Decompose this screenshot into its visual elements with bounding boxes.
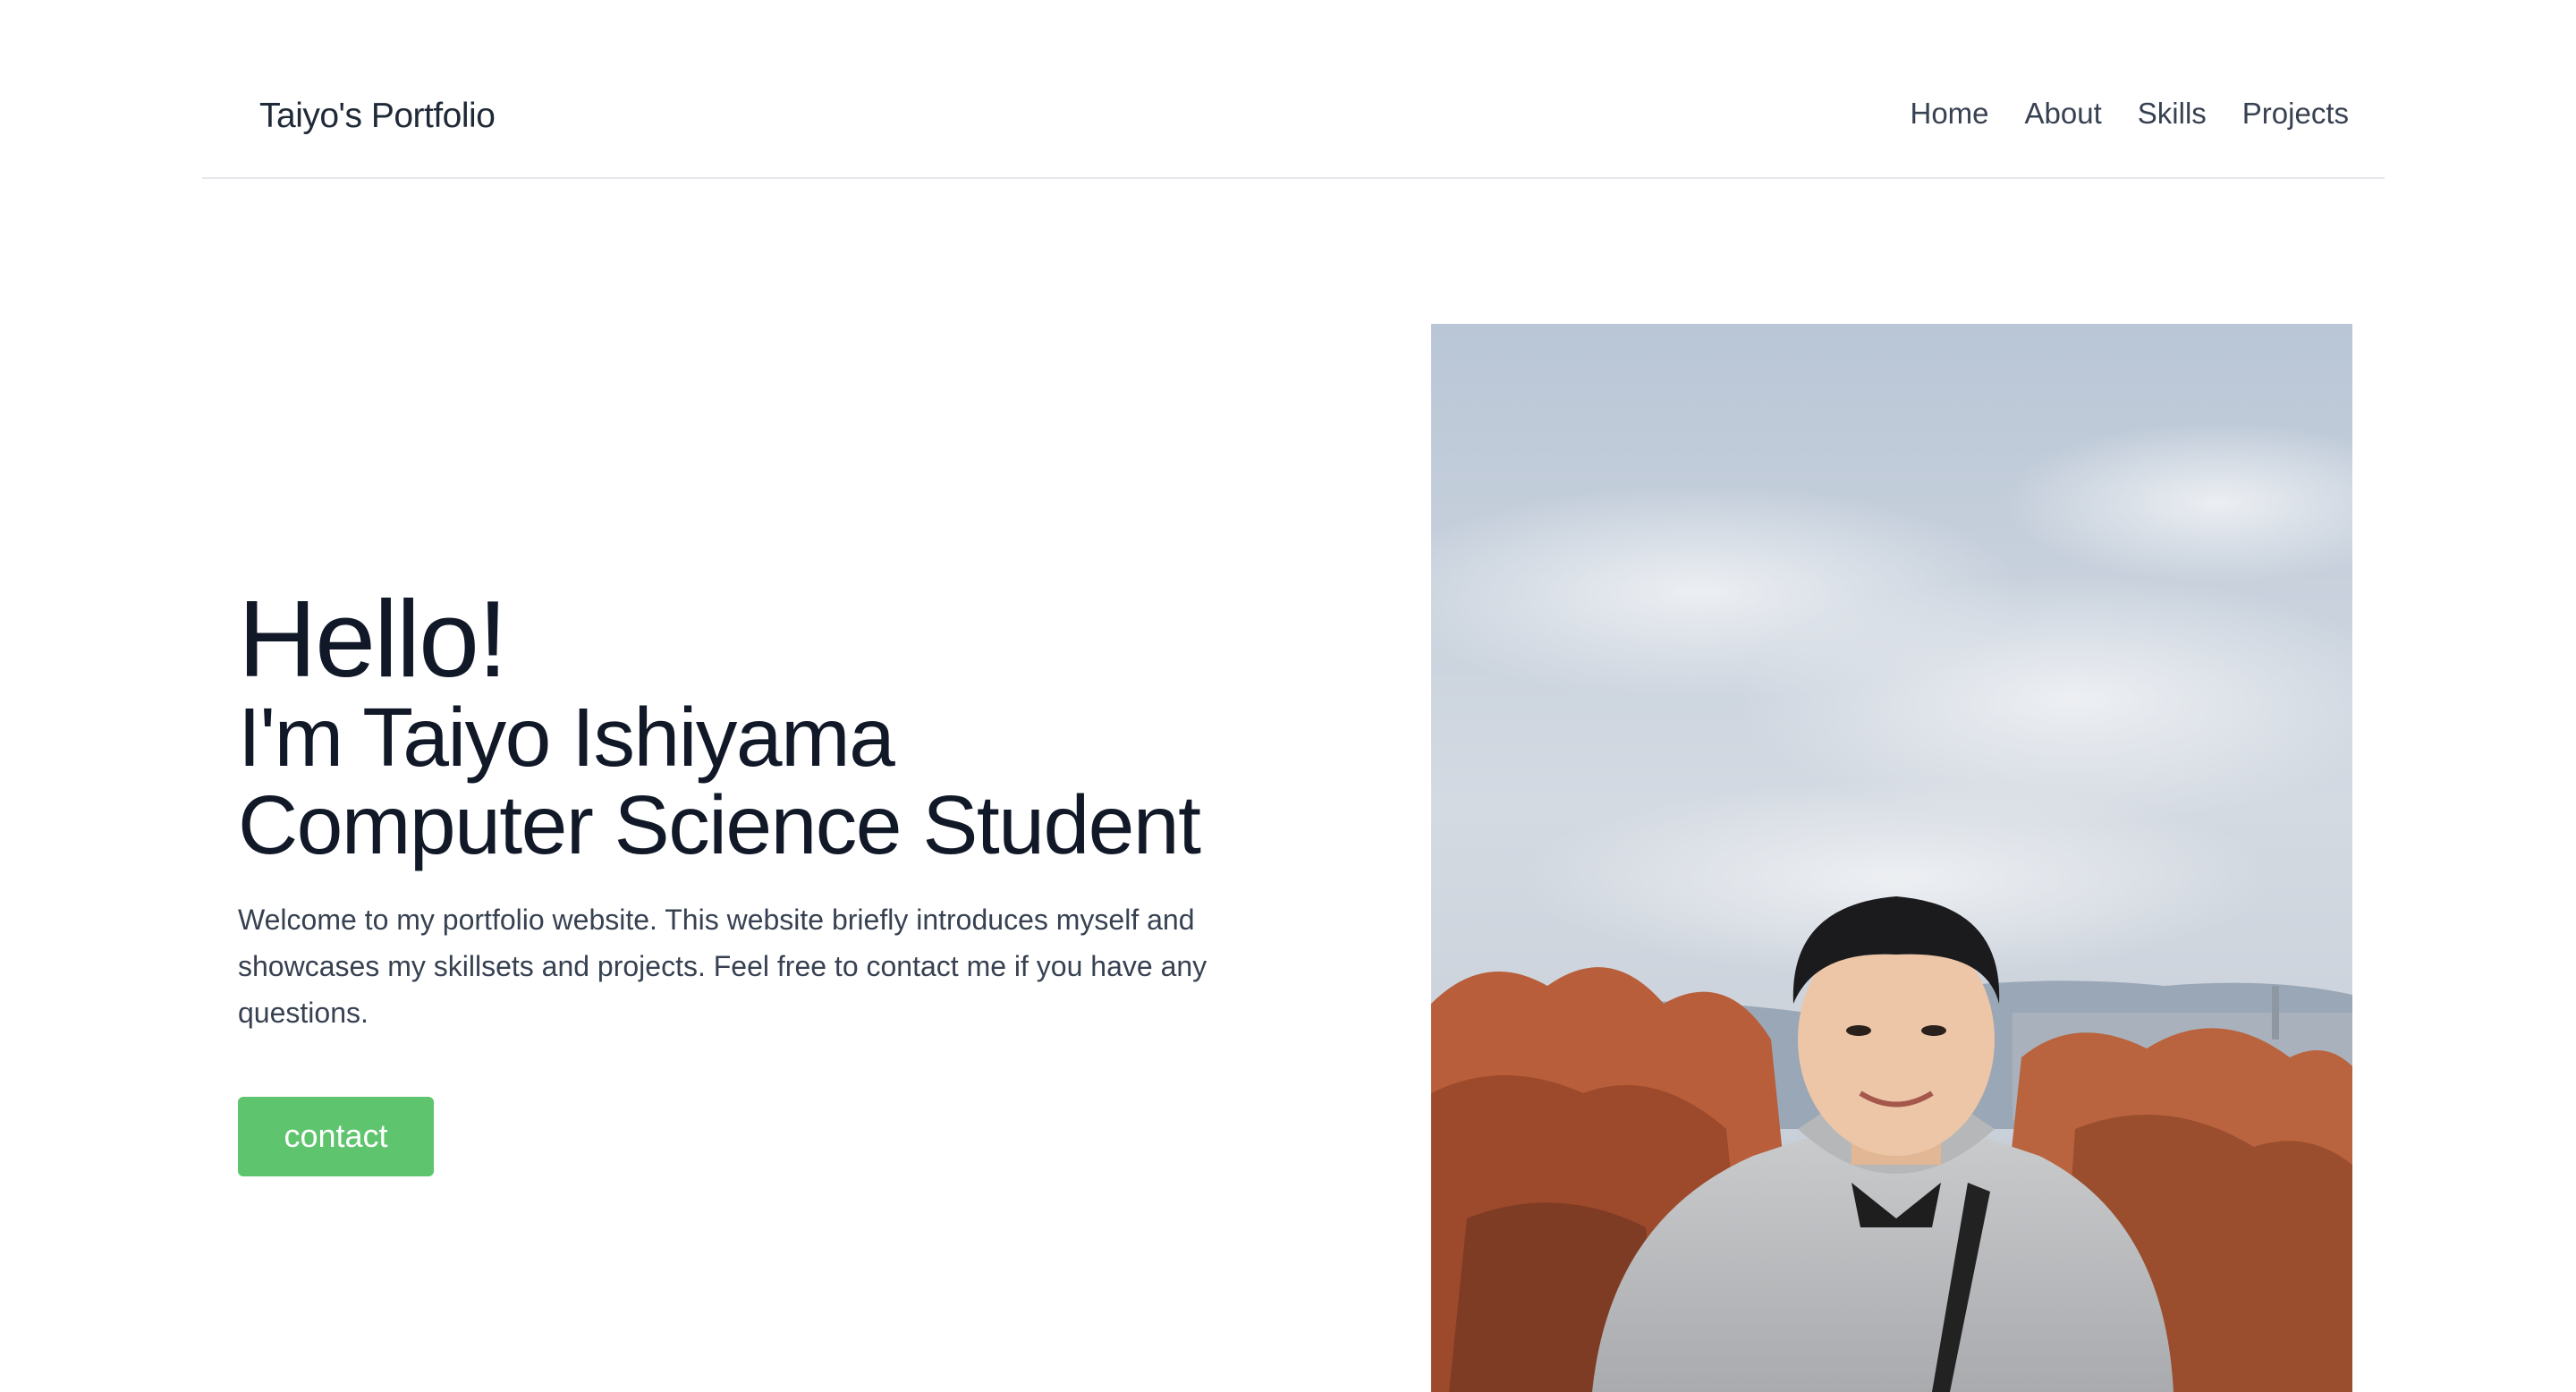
contact-button[interactable]: contact	[238, 1096, 434, 1176]
main-nav: Home About Skills Projects	[1910, 97, 2349, 131]
profile-photo	[1431, 324, 2352, 1392]
page: Taiyo's Portfolio Home About Skills Proj…	[0, 0, 2576, 1392]
site-brand[interactable]: Taiyo's Portfolio	[259, 97, 496, 136]
hero-section: Hello! I'm Taiyo Ishiyama Computer Scien…	[238, 583, 1365, 1176]
profile-photo-image	[1431, 324, 2352, 1392]
hero-name: I'm Taiyo Ishiyama	[238, 691, 895, 785]
nav-link-skills[interactable]: Skills	[2138, 97, 2207, 131]
hero-role: Computer Science Student	[238, 778, 1201, 872]
site-header: Taiyo's Portfolio Home About Skills Proj…	[202, 0, 2385, 179]
nav-link-home[interactable]: Home	[1910, 97, 1988, 131]
hero-greeting: Hello!	[238, 578, 508, 700]
nav-link-projects[interactable]: Projects	[2242, 97, 2349, 131]
hero-intro: Welcome to my portfolio website. This we…	[238, 903, 1208, 1029]
nav-link-about[interactable]: About	[2025, 97, 2102, 131]
